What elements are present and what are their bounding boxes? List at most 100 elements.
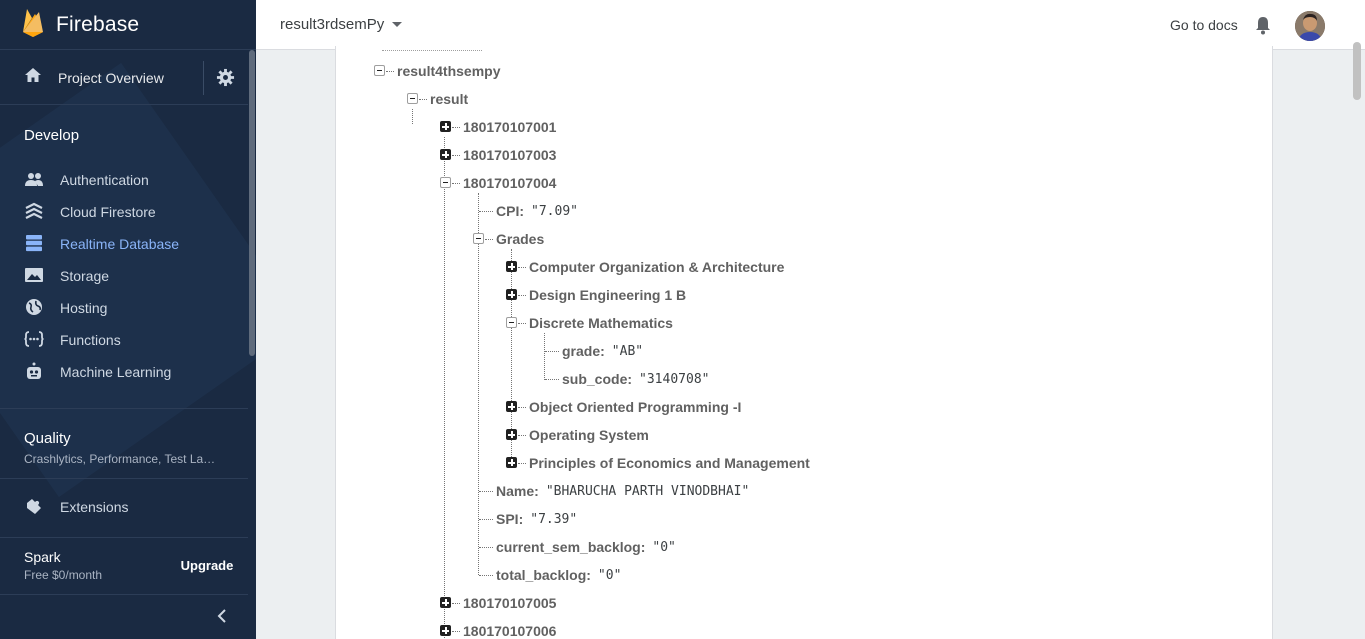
- nav-item-label: Realtime Database: [60, 236, 180, 252]
- tree-node-spi[interactable]: SPI: "7.39": [496, 509, 577, 529]
- avatar[interactable]: [1295, 11, 1325, 41]
- tree-node-student[interactable]: 180170107003: [463, 145, 556, 165]
- nav-item-machine-learning[interactable]: Machine Learning: [0, 356, 248, 388]
- go-to-docs-link[interactable]: Go to docs: [1170, 17, 1238, 33]
- node-value: "AB": [611, 343, 644, 359]
- node-key: 180170107006: [463, 623, 557, 639]
- node-key: result: [430, 91, 469, 107]
- collapse-toggle[interactable]: [473, 233, 484, 244]
- nav-item-functions[interactable]: Functions: [0, 324, 248, 356]
- sidebar-divider: [0, 537, 248, 538]
- tree-node-subject[interactable]: Principles of Economics and Management: [529, 453, 810, 473]
- nav-item-extensions[interactable]: Extensions: [0, 491, 248, 523]
- chevron-left-icon[interactable]: [214, 606, 230, 631]
- nav-item-authentication[interactable]: Authentication: [0, 164, 248, 196]
- tree-line: [452, 183, 460, 184]
- node-key: CPI: [496, 203, 520, 219]
- expand-toggle[interactable]: [440, 597, 451, 608]
- project-selector[interactable]: result3rdsemPy: [280, 16, 403, 33]
- node-value: "7.09": [531, 203, 578, 219]
- expand-toggle[interactable]: [506, 289, 517, 300]
- tree-line: [545, 379, 559, 380]
- node-key: Discrete Mathematics: [529, 315, 673, 331]
- node-colon: :: [518, 511, 524, 527]
- tree-node-subject[interactable]: Computer Organization & Architecture: [529, 257, 784, 277]
- quality-subtitle: Crashlytics, Performance, Test La…: [24, 452, 216, 466]
- tree-line: [545, 351, 559, 352]
- tree-node-student[interactable]: 180170107001: [463, 117, 556, 137]
- node-key: Principles of Economics and Management: [529, 455, 810, 471]
- quality-heading[interactable]: Quality: [24, 430, 71, 447]
- project-overview[interactable]: Project Overview: [0, 51, 248, 105]
- collapse-toggle[interactable]: [440, 177, 451, 188]
- expand-toggle[interactable]: [506, 429, 517, 440]
- caret-down-icon: [392, 22, 403, 27]
- nav-item-realtime-database[interactable]: Realtime Database: [0, 228, 248, 260]
- tree-node-subject[interactable]: Discrete Mathematics: [529, 313, 673, 333]
- collapse-toggle[interactable]: [374, 65, 385, 76]
- tree-node-current-sem-backlog[interactable]: current_sem_backlog: "0": [496, 537, 676, 557]
- node-key: SPI: [496, 511, 519, 527]
- nav-item-storage[interactable]: Storage: [0, 260, 248, 292]
- database-icon: [24, 234, 44, 255]
- sidebar-scrollbar[interactable]: [249, 50, 255, 356]
- tree-node-root[interactable]: result4thsempy: [397, 61, 500, 81]
- top-bar: result3rdsemPy Go to docs: [256, 0, 1365, 50]
- tree-node-total-backlog[interactable]: total_backlog: "0": [496, 565, 621, 585]
- page-scrollbar[interactable]: [1353, 42, 1361, 100]
- plan-name: Spark: [24, 549, 61, 565]
- bell-icon[interactable]: [1254, 15, 1272, 40]
- tree-line: [485, 239, 493, 240]
- tree-node-student[interactable]: 180170107005: [463, 593, 556, 613]
- node-key: 180170107001: [463, 119, 557, 135]
- tree-node-result[interactable]: result: [430, 89, 468, 109]
- tree-node-student[interactable]: 180170107006: [463, 621, 556, 639]
- expand-toggle[interactable]: [506, 261, 517, 272]
- tree-node-student[interactable]: 180170107004: [463, 173, 556, 193]
- node-key: Operating System: [529, 427, 649, 443]
- node-colon: :: [519, 203, 525, 219]
- tree-node-subject[interactable]: Operating System: [529, 425, 649, 445]
- tree-node-grades[interactable]: Grades: [496, 229, 544, 249]
- tree-node-cpi[interactable]: CPI: "7.09": [496, 201, 578, 221]
- nav-item-hosting[interactable]: Hosting: [0, 292, 248, 324]
- upgrade-button[interactable]: Upgrade: [174, 552, 240, 578]
- tree-line: [479, 519, 493, 520]
- expand-toggle[interactable]: [506, 401, 517, 412]
- gear-icon[interactable]: [216, 68, 235, 92]
- tree-line: [386, 71, 394, 72]
- tree-line: [518, 435, 526, 436]
- nav-item-label: Storage: [60, 268, 110, 284]
- tree-node-grade[interactable]: grade: "AB": [562, 341, 643, 361]
- tree-line: [412, 109, 413, 124]
- node-key: Computer Organization & Architecture: [529, 259, 785, 275]
- overview-separator: [203, 61, 204, 95]
- node-key: 180170107004: [463, 175, 557, 191]
- globe-icon: [24, 298, 44, 319]
- node-key: total_backlog: [496, 567, 587, 583]
- tree-node-subject[interactable]: Design Engineering 1 B: [529, 285, 686, 305]
- tree-node-name[interactable]: Name: "BHARUCHA PARTH VINODBHAI": [496, 481, 749, 501]
- node-key: grade: [562, 343, 601, 359]
- node-key: current_sem_backlog: [496, 539, 641, 555]
- tree-line: [479, 547, 493, 548]
- collapse-toggle[interactable]: [407, 93, 418, 104]
- nav-item-cloud-firestore[interactable]: Cloud Firestore: [0, 196, 248, 228]
- expand-toggle[interactable]: [506, 457, 517, 468]
- expand-toggle[interactable]: [440, 121, 451, 132]
- sidebar-divider: [0, 478, 248, 479]
- tree-line: [419, 99, 427, 100]
- node-value: "BHARUCHA PARTH VINODBHAI": [545, 483, 750, 499]
- expand-toggle[interactable]: [440, 625, 451, 636]
- tree-node-sub-code[interactable]: sub_code: "3140708": [562, 369, 709, 389]
- tree-line: [452, 631, 460, 632]
- collapse-toggle[interactable]: [506, 317, 517, 328]
- node-key: sub_code: [562, 371, 628, 387]
- brand[interactable]: Firebase: [0, 0, 256, 50]
- node-value: "0": [652, 539, 676, 555]
- nav-item-label: Extensions: [60, 499, 129, 515]
- tree-line: [478, 193, 479, 575]
- tree-node-subject[interactable]: Object Oriented Programming -I: [529, 397, 741, 417]
- node-colon: :: [627, 371, 633, 387]
- expand-toggle[interactable]: [440, 149, 451, 160]
